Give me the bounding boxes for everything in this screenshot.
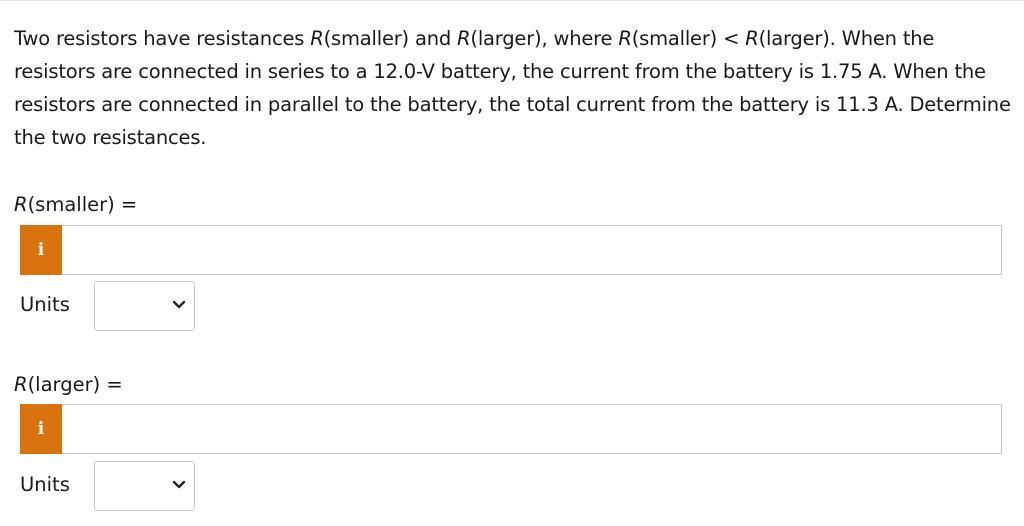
r-larger-answer-row: i <box>20 404 1002 454</box>
r-larger-units-label: Units <box>20 473 70 496</box>
question-text: Two resistors have resistances R(smaller… <box>14 22 1014 154</box>
info-icon[interactable]: i <box>20 404 62 454</box>
variable-r-smaller-2: R <box>618 27 632 50</box>
variable-r-larger-2: R <box>745 27 759 50</box>
chevron-down-icon <box>172 300 186 309</box>
r-smaller-answer-row: i <box>20 225 1002 275</box>
r-larger-label-text: (larger) = <box>27 373 123 396</box>
info-icon[interactable]: i <box>20 225 62 275</box>
question-part-3: (larger), where <box>470 27 619 50</box>
r-smaller-units-select[interactable] <box>94 281 195 331</box>
r-larger-input[interactable] <box>62 404 1002 454</box>
r-smaller-input[interactable] <box>62 225 1002 275</box>
r-larger-label-var: R <box>14 373 28 396</box>
question-part-2: (smaller) and <box>323 27 458 50</box>
question-part-4: (smaller) < <box>631 27 746 50</box>
question-part-1: Two resistors have resistances <box>14 27 311 50</box>
r-smaller-units-label: Units <box>20 293 70 316</box>
r-larger-units-select[interactable] <box>94 461 195 511</box>
variable-r-smaller: R <box>310 27 324 50</box>
chevron-down-icon <box>172 480 186 489</box>
r-larger-label: R(larger) = <box>14 372 123 398</box>
top-divider <box>0 0 1024 1</box>
variable-r-larger: R <box>457 27 471 50</box>
r-smaller-label-var: R <box>14 193 28 216</box>
r-smaller-label-text: (smaller) = <box>27 193 138 216</box>
r-smaller-label: R(smaller) = <box>14 192 137 218</box>
